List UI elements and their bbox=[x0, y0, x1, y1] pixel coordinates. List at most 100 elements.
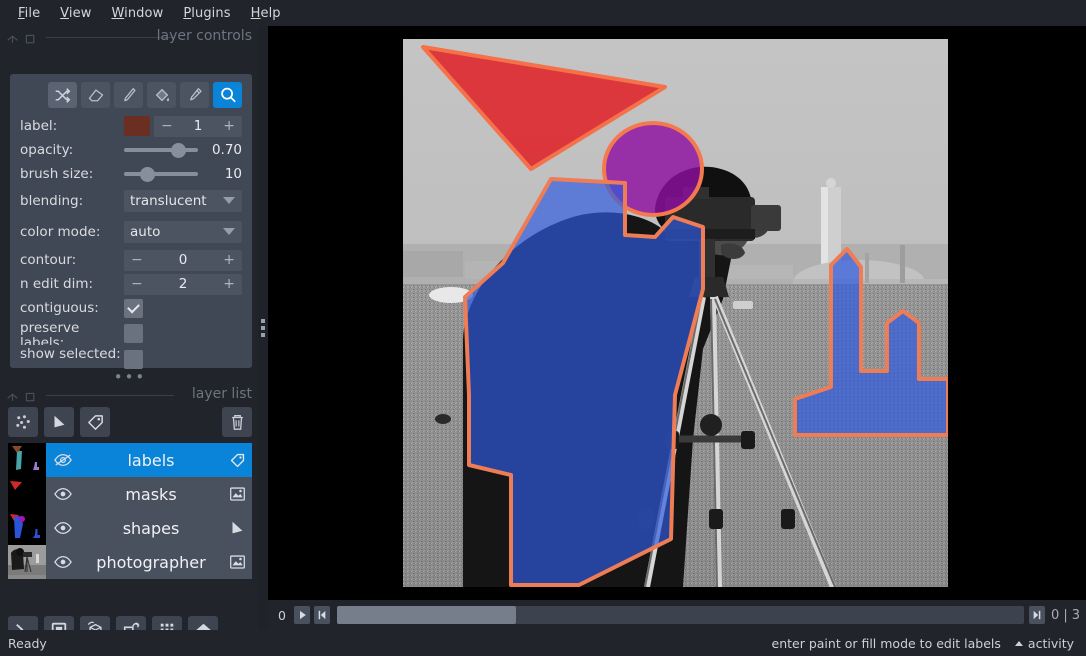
layer-row[interactable]: shapes bbox=[8, 511, 252, 545]
contiguous-checkbox[interactable] bbox=[124, 298, 143, 318]
expand-controls-handle[interactable]: ••• bbox=[0, 370, 260, 385]
eraser-icon[interactable] bbox=[81, 82, 110, 108]
contour-value: 0 bbox=[178, 252, 188, 268]
layer-list-toolbar bbox=[8, 406, 252, 438]
color-mode-row: color mode: auto bbox=[20, 216, 242, 248]
show-selected-label: show selected: bbox=[20, 347, 121, 362]
close-panel-icon[interactable] bbox=[24, 389, 37, 402]
layer-name: masks bbox=[125, 484, 177, 504]
show-selected-checkbox[interactable] bbox=[124, 349, 143, 369]
color-mode-select[interactable]: auto bbox=[124, 221, 242, 243]
new-labels-button[interactable] bbox=[80, 407, 110, 437]
n-edit-dim-row: n edit dim: − 2 + bbox=[20, 272, 242, 296]
brush-size-track bbox=[124, 172, 198, 176]
left-dock: layer controls label: − 1 + opacity: 0.7… bbox=[0, 26, 260, 644]
opacity-track bbox=[124, 148, 198, 152]
blending-row: blending: translucent bbox=[20, 186, 242, 216]
layer-row[interactable]: masks bbox=[8, 477, 252, 511]
opacity-value: 0.70 bbox=[211, 142, 242, 158]
color-picker-icon[interactable] bbox=[180, 82, 209, 108]
menu-window-rest: indow bbox=[124, 5, 164, 21]
brush-size-value: 10 bbox=[224, 166, 242, 182]
header-divider bbox=[46, 36, 174, 38]
step-back-button[interactable] bbox=[314, 606, 330, 624]
delete-layer-button[interactable] bbox=[222, 407, 252, 437]
layer-name: labels bbox=[127, 450, 175, 470]
layer-list: labels masks shapes photographer bbox=[8, 443, 252, 579]
menu-help-accel: H bbox=[250, 5, 261, 21]
menu-window[interactable]: Window bbox=[101, 4, 173, 23]
status-bar: Ready enter paint or fill mode to edit l… bbox=[0, 630, 1086, 656]
opacity-slider[interactable] bbox=[124, 140, 198, 160]
menu-plugins-rest: lugins bbox=[191, 5, 231, 21]
label-value: 1 bbox=[193, 118, 203, 134]
opacity-row: opacity: 0.70 bbox=[20, 138, 242, 162]
label-color-swatch[interactable] bbox=[124, 116, 150, 136]
dim-max-index: 3 bbox=[1071, 607, 1080, 623]
dock-splitter[interactable] bbox=[258, 26, 268, 630]
layer-row[interactable]: photographer bbox=[8, 545, 252, 579]
activity-button[interactable]: activity bbox=[1014, 636, 1074, 651]
label-stepper[interactable]: − 1 + bbox=[154, 115, 242, 137]
layer-name: shapes bbox=[122, 518, 180, 538]
n-edit-dim-value: 2 bbox=[178, 276, 188, 292]
play-button[interactable] bbox=[294, 606, 310, 624]
blending-value: translucent bbox=[130, 193, 207, 209]
menu-help[interactable]: Help bbox=[241, 4, 291, 23]
layer-controls-header: layer controls bbox=[0, 26, 260, 48]
dimension-slider-track[interactable] bbox=[337, 606, 1025, 624]
layer-thumbnail-photographer bbox=[8, 545, 46, 579]
menu-view-accel: V bbox=[60, 5, 69, 21]
color-mode-value: auto bbox=[130, 224, 161, 240]
preserve-labels-checkbox[interactable] bbox=[124, 323, 143, 343]
layer-visibility-toggle[interactable] bbox=[46, 555, 80, 569]
layer-visibility-toggle[interactable] bbox=[46, 453, 80, 467]
shuffle-colors-icon[interactable] bbox=[48, 82, 77, 108]
float-panel-icon[interactable] bbox=[6, 389, 19, 402]
photographer-image-with-overlays bbox=[403, 39, 948, 587]
layer-name: photographer bbox=[96, 552, 206, 572]
splitter-dot bbox=[261, 319, 265, 323]
viewer-canvas[interactable] bbox=[268, 26, 1086, 600]
step-forward-button[interactable] bbox=[1029, 606, 1046, 624]
menu-view[interactable]: View bbox=[50, 4, 101, 23]
contour-label: contour: bbox=[20, 251, 77, 268]
layer-controls-title: layer controls bbox=[156, 28, 252, 44]
label-row-label: label: bbox=[20, 117, 58, 134]
layer-visibility-toggle[interactable] bbox=[46, 487, 80, 501]
menu-bar: File View Window Plugins Help bbox=[0, 0, 1086, 26]
layer-thumbnail-shapes bbox=[8, 511, 46, 545]
opacity-knob[interactable] bbox=[171, 142, 187, 158]
brush-size-knob[interactable] bbox=[140, 166, 156, 182]
n-edit-dim-label: n edit dim: bbox=[20, 275, 94, 292]
contour-stepper[interactable]: − 0 + bbox=[124, 249, 242, 271]
layer-type-shapes-icon bbox=[222, 519, 252, 537]
dimension-slider-handle[interactable] bbox=[337, 606, 516, 624]
new-points-button[interactable] bbox=[8, 407, 38, 437]
menu-view-rest: iew bbox=[68, 5, 92, 21]
float-panel-icon[interactable] bbox=[6, 31, 19, 44]
status-right-group: enter paint or fill mode to edit labels … bbox=[772, 636, 1074, 651]
blending-select[interactable]: translucent bbox=[124, 190, 242, 212]
fill-bucket-icon[interactable] bbox=[147, 82, 176, 108]
layer-row[interactable]: labels bbox=[8, 443, 252, 477]
splitter-dot bbox=[261, 333, 265, 337]
dim-separator: | bbox=[1063, 607, 1068, 623]
layer-visibility-toggle[interactable] bbox=[46, 521, 80, 535]
layer-type-labels-icon bbox=[222, 452, 252, 469]
paintbrush-icon[interactable] bbox=[114, 82, 143, 108]
color-mode-label: color mode: bbox=[20, 223, 101, 240]
brush-size-slider[interactable] bbox=[124, 164, 198, 184]
status-message: Ready bbox=[8, 635, 47, 651]
new-shapes-button[interactable] bbox=[44, 407, 74, 437]
menu-plugins[interactable]: Plugins bbox=[173, 4, 240, 23]
close-panel-icon[interactable] bbox=[24, 31, 37, 44]
chevron-down-icon bbox=[223, 197, 235, 204]
n-edit-dim-stepper[interactable]: − 2 + bbox=[124, 273, 242, 295]
layer-thumbnail-labels bbox=[8, 443, 46, 477]
splitter-dot bbox=[261, 326, 265, 330]
menu-file[interactable]: File bbox=[8, 4, 50, 23]
pan-zoom-icon[interactable] bbox=[213, 82, 242, 108]
status-help-text: enter paint or fill mode to edit labels bbox=[771, 635, 1001, 651]
layer-list-title: layer list bbox=[191, 386, 252, 402]
